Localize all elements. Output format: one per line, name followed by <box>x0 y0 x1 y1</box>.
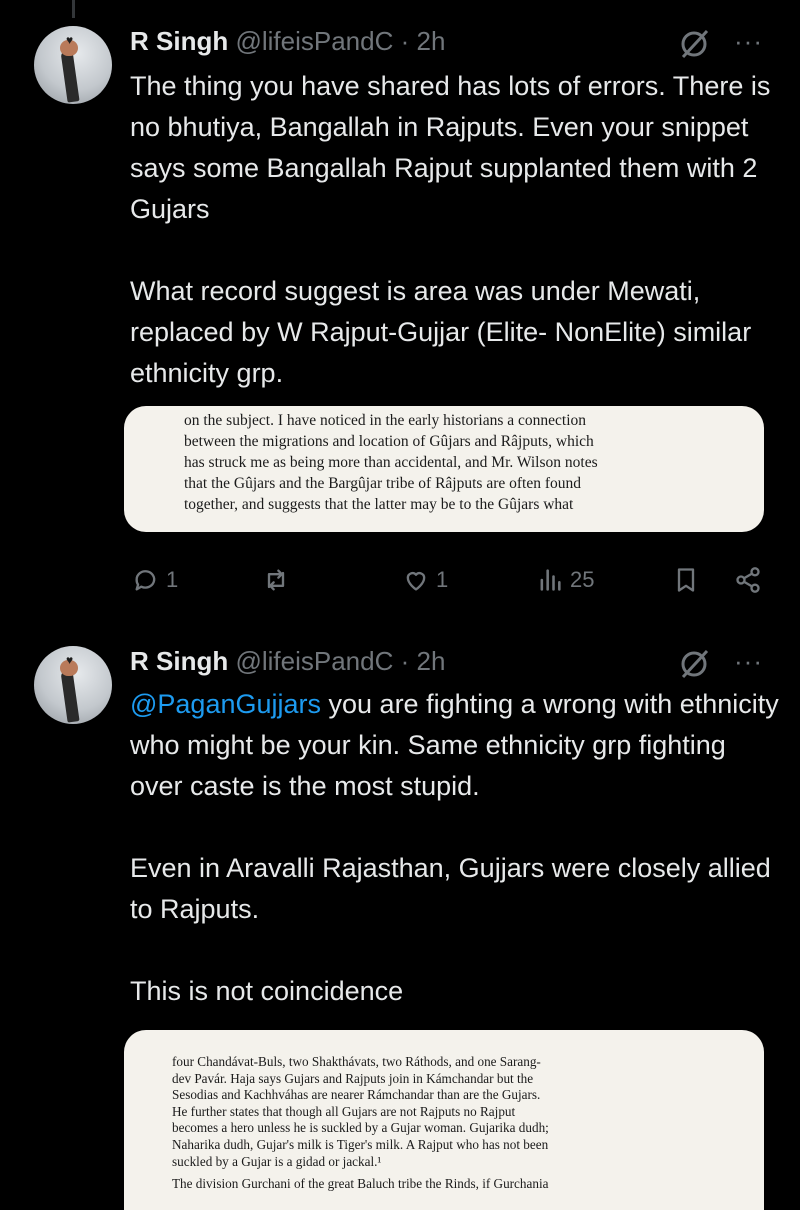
scan-line: He further states that though all Gujars… <box>172 1103 516 1119</box>
avatar[interactable]: ♥ <box>34 646 112 724</box>
tweet-1[interactable]: ♥ R Singh @lifeisPandC · 2h ··· The thin… <box>0 0 800 620</box>
share-icon <box>736 567 760 593</box>
like-count: 1 <box>436 567 449 592</box>
mention-link[interactable]: @PaganGujjars <box>130 689 321 719</box>
scan-line: four Chandávat-Buls, two Shakthávats, tw… <box>172 1054 541 1069</box>
tweet-image[interactable]: four Chandávat-Buls, two Shakthávats, tw… <box>124 1030 764 1210</box>
tweet-header: R Singh @lifeisPandC · 2h <box>130 26 445 57</box>
reply-count: 1 <box>166 567 179 592</box>
tweet-paragraph: This is not coincidence <box>130 976 404 1006</box>
author-name[interactable]: R Singh <box>130 26 228 56</box>
views-button[interactable]: 25 <box>536 560 594 600</box>
scan-line: between the migrations and location of G… <box>184 433 594 450</box>
grok-icon[interactable] <box>676 26 712 62</box>
scanned-text: on the subject. I have noticed in the ea… <box>124 406 764 515</box>
reply-icon <box>135 570 156 591</box>
grok-icon[interactable] <box>676 646 712 682</box>
like-button[interactable]: 1 <box>402 560 448 600</box>
repost-icon <box>267 569 285 591</box>
timestamp[interactable]: 2h <box>417 26 446 56</box>
separator-dot: · <box>400 646 410 676</box>
action-bar: 1 1 25 <box>0 560 800 600</box>
tweet-text: The thing you have shared has lots of er… <box>130 66 780 394</box>
author-name[interactable]: R Singh <box>130 646 228 676</box>
reply-button[interactable]: 1 <box>132 560 178 600</box>
scan-line: on the subject. I have noticed in the ea… <box>184 412 587 429</box>
tweet-paragraph: What record suggest is area was under Me… <box>130 276 752 388</box>
tweet-image[interactable]: on the subject. I have noticed in the ea… <box>124 406 764 532</box>
avatar[interactable]: ♥ <box>34 26 112 104</box>
scan-line: together, and suggests that the latter m… <box>184 496 574 513</box>
tweet-header: R Singh @lifeisPandC · 2h <box>130 646 445 677</box>
view-count: 25 <box>570 567 595 592</box>
scanned-text: four Chandávat-Buls, two Shakthávats, tw… <box>124 1030 764 1193</box>
scan-line: suckled by a Gujar is a gidad or jackal.… <box>172 1153 382 1169</box>
scan-line: The division Gurchani of the great Baluc… <box>172 1176 549 1192</box>
like-icon <box>406 572 426 591</box>
share-button[interactable] <box>734 560 762 600</box>
views-icon <box>540 569 561 591</box>
tweet-paragraph: Even in Aravalli Rajasthan, Gujjars were… <box>130 853 771 924</box>
scan-line: dev Pavár. Haja says Gujars and Rajputs … <box>172 1070 534 1086</box>
scan-line: Sesodias and Kachhváhas are nearer Rámch… <box>172 1087 541 1103</box>
bookmark-button[interactable] <box>672 560 700 600</box>
scan-line: Naharika dudh, Gujar's milk is Tiger's m… <box>172 1136 549 1152</box>
timestamp[interactable]: 2h <box>417 646 446 676</box>
tweet-text: @PaganGujjars you are fighting a wrong w… <box>130 684 780 1012</box>
more-icon[interactable]: ··· <box>734 646 763 677</box>
scan-line: that the Gûjars and the Bargûjar tribe o… <box>184 475 581 492</box>
more-icon[interactable]: ··· <box>734 26 763 57</box>
tweet-paragraph: @PaganGujjars you are fighting a wrong w… <box>130 684 780 807</box>
repost-button[interactable] <box>262 560 296 600</box>
tweet-paragraph: The thing you have shared has lots of er… <box>130 71 771 224</box>
author-handle[interactable]: @lifeisPandC <box>235 26 393 56</box>
bookmark-icon <box>677 568 695 592</box>
scan-line: has struck me as being more than acciden… <box>184 454 598 471</box>
author-handle[interactable]: @lifeisPandC <box>235 646 393 676</box>
scan-line: becomes a hero unless he is suckled by a… <box>172 1120 549 1136</box>
separator-dot: · <box>400 26 410 56</box>
